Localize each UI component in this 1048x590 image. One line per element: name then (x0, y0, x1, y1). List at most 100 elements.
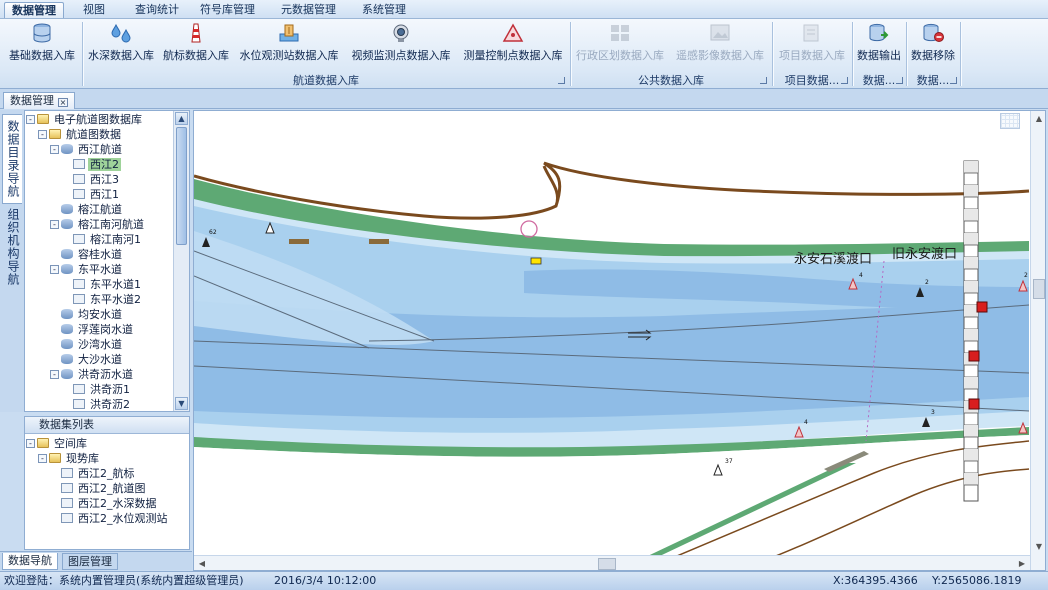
expand-toggle-icon[interactable]: - (50, 220, 59, 229)
group-launcher-channel[interactable] (558, 77, 565, 84)
close-icon[interactable]: × (58, 98, 68, 107)
admin-region-import-button[interactable]: 行政区划数据入库 (572, 22, 668, 72)
tree-node-label: 电子航道图数据库 (54, 113, 142, 126)
expand-toggle-icon[interactable]: - (38, 130, 47, 139)
tree-node[interactable]: - 西江航道 (50, 142, 124, 157)
beacon-data-import-button[interactable]: 航标数据入库 (160, 22, 232, 72)
tab-layer-management[interactable]: 图层管理 (62, 553, 118, 570)
scroll-up-arrow-icon[interactable]: ▲ (1033, 113, 1045, 125)
folder-icon (49, 129, 61, 139)
project-data-import-button[interactable]: 项目数据入库 (774, 22, 850, 72)
menu-view[interactable]: 视图 (76, 2, 112, 18)
tree-node[interactable]: 西江2 (73, 157, 121, 172)
menu-system[interactable]: 系统管理 (355, 2, 413, 18)
database-icon (61, 369, 73, 379)
group-launcher-remove[interactable] (950, 77, 957, 84)
map-vertical-scrollbar[interactable]: ▲ ▼ (1030, 111, 1045, 570)
water-level-station-import-button[interactable]: 水位观测站数据入库 (234, 22, 344, 72)
tab-data-navigation[interactable]: 数据导航 (2, 553, 58, 570)
scale-segment (964, 161, 978, 173)
tree-node-label: 浮莲岗水道 (78, 323, 133, 336)
scroll-right-arrow-icon[interactable]: ▶ (1016, 558, 1028, 570)
depth-data-import-label: 水深数据入库 (88, 49, 154, 62)
map-horizontal-scrollbar[interactable]: ◀ ▶ (194, 555, 1030, 570)
tree-node-label: 西江2_水深数据 (78, 497, 157, 510)
tree-node[interactable]: 东平水道1 (73, 277, 143, 292)
basic-data-import-button[interactable]: 基础数据入库 (4, 22, 80, 72)
tree-node[interactable]: 西江2_水位观测站 (61, 511, 170, 526)
expand-toggle-icon[interactable]: - (26, 115, 35, 124)
remote-sensing-import-button[interactable]: 遥感影像数据入库 (670, 22, 770, 72)
map-hscroll-thumb[interactable] (598, 558, 616, 570)
group-launcher-output[interactable] (896, 77, 903, 84)
tree-scrollbar[interactable]: ▲ ▼ (173, 111, 189, 411)
tree-node[interactable]: - 榕江南河航道 (50, 217, 146, 232)
tab-organization-navigation[interactable]: 组织机构导航 (2, 202, 22, 292)
scale-segment (964, 305, 978, 317)
tree-node[interactable]: 西江2_航标 (61, 466, 137, 481)
image-icon (710, 24, 730, 41)
tree-node[interactable]: 西江3 (73, 172, 121, 187)
menu-data-management[interactable]: 数据管理 (4, 2, 64, 18)
tab-data-management[interactable]: 数据管理 × (3, 92, 75, 109)
layer-icon (73, 294, 85, 304)
scale-segment (964, 185, 978, 197)
tree-node[interactable]: 浮莲岗水道 (61, 322, 135, 337)
tree-node[interactable]: 西江1 (73, 187, 121, 202)
tree-node[interactable]: 榕江南河1 (73, 232, 143, 247)
database-export-icon (869, 23, 889, 42)
tree-node-label: 大沙水道 (78, 353, 122, 366)
grid-toggle-icon[interactable] (1000, 113, 1020, 129)
tab-catalog-navigation[interactable]: 数据目录导航 (2, 114, 22, 204)
expand-toggle-icon[interactable]: - (50, 145, 59, 154)
chart-map-canvas[interactable]: 62 4 2 3 4 37 2 (194, 111, 1046, 571)
tree-node[interactable]: 沙湾水道 (61, 337, 124, 352)
status-bar: 欢迎登陆：系统内置管理员(系统内置超级管理员) 2016/3/4 10:12:0… (0, 571, 1048, 590)
tree-node[interactable]: - 电子航道图数据库 (26, 112, 144, 127)
tree-node[interactable]: 洪奇沥2 (73, 397, 132, 411)
tree-node[interactable]: 均安水道 (61, 307, 124, 322)
map-vscroll-thumb[interactable] (1033, 279, 1045, 299)
menu-query-statistics[interactable]: 查询统计 (128, 2, 186, 18)
tree-node[interactable]: 西江2_水深数据 (61, 496, 159, 511)
scale-segment (964, 377, 978, 389)
group-launcher-project[interactable] (841, 77, 848, 84)
scale-segment (964, 209, 978, 221)
menu-symbol-library[interactable]: 符号库管理 (193, 2, 262, 18)
buoy-number: 2 (1024, 272, 1028, 279)
tree-node[interactable]: - 洪奇沥水道 (50, 367, 135, 382)
tree-node[interactable]: 大沙水道 (61, 352, 124, 367)
expand-toggle-icon[interactable]: - (26, 439, 35, 448)
tree-node[interactable]: - 空间库 (26, 436, 89, 451)
ribbon-separator (852, 22, 853, 86)
scroll-left-arrow-icon[interactable]: ◀ (196, 558, 208, 570)
tree-node-label: 西江航道 (78, 143, 122, 156)
tree-node[interactable]: 洪奇沥1 (73, 382, 132, 397)
scroll-thumb[interactable] (176, 127, 187, 245)
group-launcher-public[interactable] (760, 77, 767, 84)
expand-toggle-icon[interactable]: - (50, 370, 59, 379)
map-view[interactable]: 62 4 2 3 4 37 2 永安石溪渡口 旧永安渡口 ◀ ▶ ▲ ▼ (193, 110, 1046, 571)
tree-node[interactable]: - 东平水道 (50, 262, 124, 277)
tree-node[interactable]: 容桂水道 (61, 247, 124, 262)
tree-node[interactable]: 西江2_航道图 (61, 481, 148, 496)
video-monitor-import-button[interactable]: 视频监测点数据入库 (346, 22, 456, 72)
tree-node[interactable]: - 航道图数据 (38, 127, 123, 142)
expand-toggle-icon[interactable]: - (38, 454, 47, 463)
menu-metadata[interactable]: 元数据管理 (274, 2, 343, 18)
data-remove-button[interactable]: 数据移除 (908, 22, 958, 72)
tree-node[interactable]: 榕江航道 (61, 202, 124, 217)
tree-node[interactable]: - 现势库 (38, 451, 101, 466)
tree-node-label: 东平水道2 (90, 293, 141, 306)
ribbon-separator (906, 22, 907, 86)
scroll-up-arrow-icon[interactable]: ▲ (175, 112, 188, 125)
scroll-down-arrow-icon[interactable]: ▼ (1033, 541, 1045, 553)
scroll-down-arrow-icon[interactable]: ▼ (175, 397, 188, 410)
database-icon (61, 219, 73, 229)
project-icon (803, 24, 819, 42)
depth-data-import-button[interactable]: 水深数据入库 (84, 22, 158, 72)
survey-control-point-import-button[interactable]: 测量控制点数据入库 (458, 22, 568, 72)
tree-node[interactable]: 东平水道2 (73, 292, 143, 307)
data-export-button[interactable]: 数据输出 (854, 22, 904, 72)
expand-toggle-icon[interactable]: - (50, 265, 59, 274)
